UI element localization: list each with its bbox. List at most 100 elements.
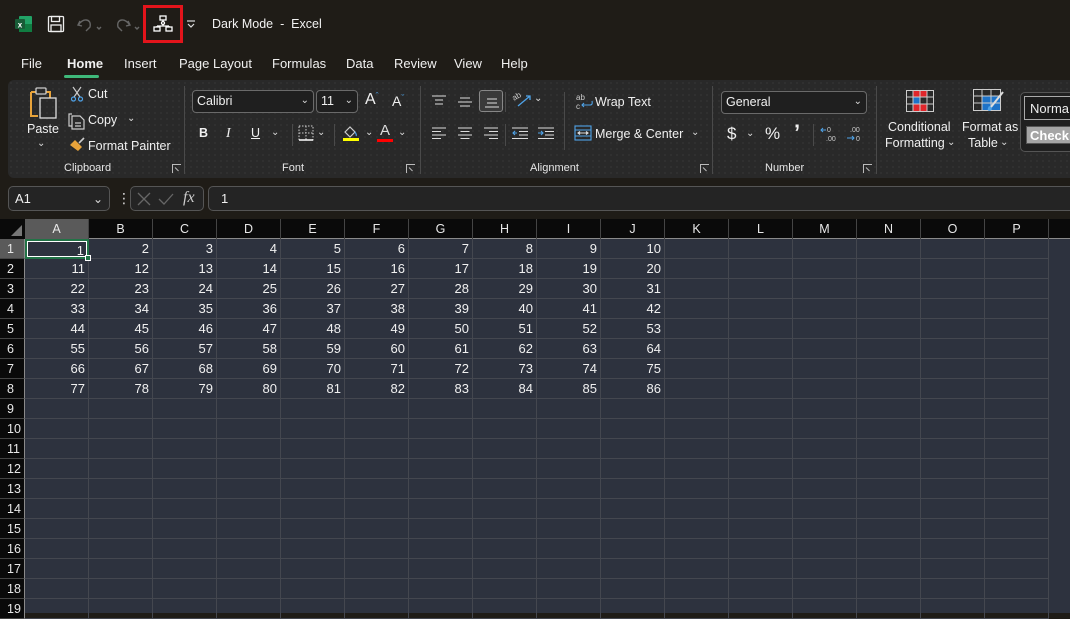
cell-k14[interactable] xyxy=(665,499,729,519)
cell-d5[interactable]: 47 xyxy=(217,319,281,339)
cell-l8[interactable] xyxy=(729,379,793,399)
cell-p4[interactable] xyxy=(985,299,1049,319)
cell-j15[interactable] xyxy=(601,519,665,539)
cell-a15[interactable] xyxy=(25,519,89,539)
decrease-indent-icon[interactable] xyxy=(512,127,528,145)
cell-h1[interactable]: 8 xyxy=(473,239,537,259)
copy-dropdown-icon[interactable]: ⌄ xyxy=(127,113,135,124)
row-header-13[interactable]: 13 xyxy=(0,479,25,499)
fill-color-dropdown-icon[interactable]: ⌄ xyxy=(365,127,373,138)
cell-o1[interactable] xyxy=(921,239,985,259)
column-header-b[interactable]: B xyxy=(89,219,153,239)
cell-n11[interactable] xyxy=(857,439,921,459)
cell-p12[interactable] xyxy=(985,459,1049,479)
row-header-19[interactable]: 19 xyxy=(0,599,25,619)
cell-l12[interactable] xyxy=(729,459,793,479)
cell-m9[interactable] xyxy=(793,399,857,419)
column-header-h[interactable]: H xyxy=(473,219,537,239)
cell-l5[interactable] xyxy=(729,319,793,339)
fill-color-icon[interactable] xyxy=(342,124,360,147)
cell-m11[interactable] xyxy=(793,439,857,459)
column-header-f[interactable]: F xyxy=(345,219,409,239)
font-launcher-icon[interactable] xyxy=(406,164,415,173)
cell-n6[interactable] xyxy=(857,339,921,359)
cell-l4[interactable] xyxy=(729,299,793,319)
cell-m19[interactable] xyxy=(793,599,857,619)
cell-e15[interactable] xyxy=(281,519,345,539)
cell-h12[interactable] xyxy=(473,459,537,479)
cell-l16[interactable] xyxy=(729,539,793,559)
borders-dropdown-icon[interactable]: ⌄ xyxy=(317,127,325,138)
style-normal[interactable]: Norma xyxy=(1024,96,1070,120)
cell-f6[interactable]: 60 xyxy=(345,339,409,359)
cell-j14[interactable] xyxy=(601,499,665,519)
format-as-table-label-2[interactable]: Table xyxy=(968,136,998,150)
style-check-cell[interactable]: Check xyxy=(1026,126,1070,144)
cell-k6[interactable] xyxy=(665,339,729,359)
redo-icon[interactable] xyxy=(114,14,144,34)
cell-b9[interactable] xyxy=(89,399,153,419)
cell-d16[interactable] xyxy=(217,539,281,559)
cell-c3[interactable]: 24 xyxy=(153,279,217,299)
cell-g6[interactable]: 61 xyxy=(409,339,473,359)
cell-e17[interactable] xyxy=(281,559,345,579)
cell-h11[interactable] xyxy=(473,439,537,459)
cell-i9[interactable] xyxy=(537,399,601,419)
cell-l15[interactable] xyxy=(729,519,793,539)
cell-e1[interactable]: 5 xyxy=(281,239,345,259)
cell-o15[interactable] xyxy=(921,519,985,539)
cell-d2[interactable]: 14 xyxy=(217,259,281,279)
cell-p18[interactable] xyxy=(985,579,1049,599)
cell-i10[interactable] xyxy=(537,419,601,439)
cell-p16[interactable] xyxy=(985,539,1049,559)
cell-a17[interactable] xyxy=(25,559,89,579)
cell-j4[interactable]: 42 xyxy=(601,299,665,319)
cell-e11[interactable] xyxy=(281,439,345,459)
cell-i16[interactable] xyxy=(537,539,601,559)
cell-i1[interactable]: 9 xyxy=(537,239,601,259)
cell-j13[interactable] xyxy=(601,479,665,499)
cell-g17[interactable] xyxy=(409,559,473,579)
tab-view[interactable]: View xyxy=(454,56,482,71)
align-center-icon[interactable] xyxy=(458,127,472,145)
column-header-c[interactable]: C xyxy=(153,219,217,239)
merge-center-dropdown-icon[interactable]: ⌄ xyxy=(691,127,699,138)
cell-a13[interactable] xyxy=(25,479,89,499)
cell-i5[interactable]: 52 xyxy=(537,319,601,339)
cell-a14[interactable] xyxy=(25,499,89,519)
cell-o6[interactable] xyxy=(921,339,985,359)
row-header-18[interactable]: 18 xyxy=(0,579,25,599)
row-header-6[interactable]: 6 xyxy=(0,339,25,359)
cell-k2[interactable] xyxy=(665,259,729,279)
cell-l14[interactable] xyxy=(729,499,793,519)
cell-d10[interactable] xyxy=(217,419,281,439)
cell-p6[interactable] xyxy=(985,339,1049,359)
cell-k7[interactable] xyxy=(665,359,729,379)
cell-a8[interactable]: 77 xyxy=(25,379,89,399)
cell-n1[interactable] xyxy=(857,239,921,259)
currency-dropdown-icon[interactable]: ⌄ xyxy=(746,128,754,139)
cell-g7[interactable]: 72 xyxy=(409,359,473,379)
cell-d13[interactable] xyxy=(217,479,281,499)
cell-h18[interactable] xyxy=(473,579,537,599)
cell-n2[interactable] xyxy=(857,259,921,279)
number-format-dropdown[interactable]: General ⌄ xyxy=(721,91,867,114)
cell-g16[interactable] xyxy=(409,539,473,559)
cell-j18[interactable] xyxy=(601,579,665,599)
cell-k12[interactable] xyxy=(665,459,729,479)
cell-g2[interactable]: 17 xyxy=(409,259,473,279)
column-header-n[interactable]: N xyxy=(857,219,921,239)
cell-e8[interactable]: 81 xyxy=(281,379,345,399)
cell-g15[interactable] xyxy=(409,519,473,539)
cell-f13[interactable] xyxy=(345,479,409,499)
cell-b2[interactable]: 12 xyxy=(89,259,153,279)
tab-help[interactable]: Help xyxy=(501,56,528,71)
cell-o3[interactable] xyxy=(921,279,985,299)
align-right-icon[interactable] xyxy=(484,127,498,145)
increase-indent-icon[interactable] xyxy=(538,127,554,145)
conditional-formatting-label-2[interactable]: Formatting xyxy=(885,136,945,150)
tab-formulas[interactable]: Formulas xyxy=(272,56,326,71)
cell-h10[interactable] xyxy=(473,419,537,439)
cell-b6[interactable]: 56 xyxy=(89,339,153,359)
cell-m5[interactable] xyxy=(793,319,857,339)
